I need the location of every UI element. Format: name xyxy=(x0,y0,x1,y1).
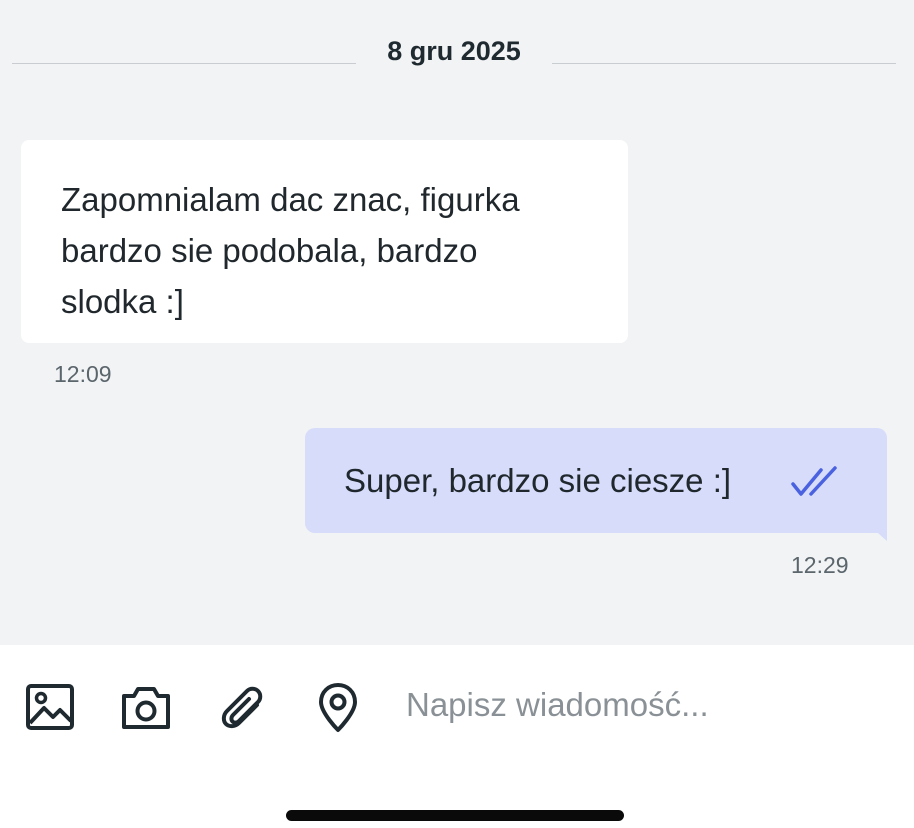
message-input[interactable] xyxy=(396,679,896,731)
image-icon[interactable] xyxy=(24,681,76,733)
message-composer xyxy=(0,645,914,828)
outgoing-message-time: 12:29 xyxy=(791,552,849,578)
incoming-message-line: slodka :] xyxy=(61,283,184,320)
paperclip-icon[interactable] xyxy=(215,681,267,733)
location-pin-icon[interactable] xyxy=(312,681,364,733)
date-separator: 8 gru 2025 xyxy=(0,30,914,80)
incoming-message-line: bardzo sie podobala, bardzo xyxy=(61,232,478,269)
date-separator-line-right xyxy=(552,63,896,64)
outgoing-message-text: Super, bardzo sie ciesze :] xyxy=(344,462,732,499)
date-separator-line-left xyxy=(12,63,356,64)
incoming-message-time: 12:09 xyxy=(54,361,112,387)
outgoing-message-bubble[interactable]: Super, bardzo sie ciesze :] xyxy=(305,428,887,533)
camera-icon[interactable] xyxy=(120,681,172,733)
double-check-icon xyxy=(791,466,849,498)
date-label: 8 gru 2025 xyxy=(387,36,521,66)
outgoing-bubble-tail xyxy=(871,527,887,541)
incoming-message-bubble[interactable]: Zapomnialam dac znac, figurka bardzo sie… xyxy=(21,140,628,343)
incoming-message-line: Zapomnialam dac znac, figurka xyxy=(61,181,520,218)
home-indicator[interactable] xyxy=(286,810,624,821)
